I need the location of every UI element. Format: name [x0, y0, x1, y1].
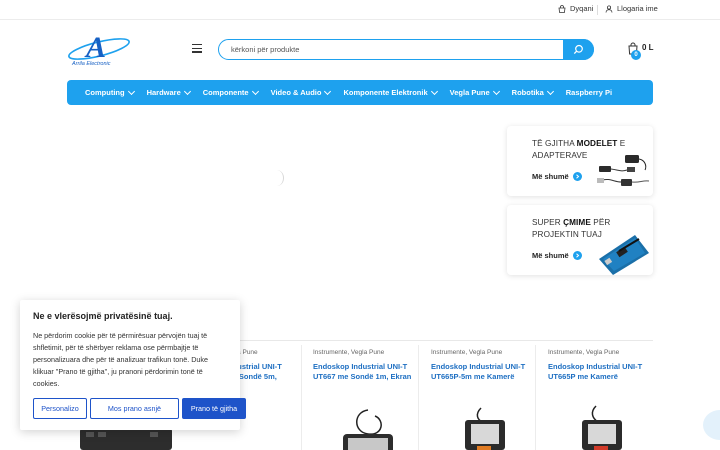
product-category: Instrumente, Vegla Pune — [431, 349, 503, 356]
nav-item-label: Computing — [85, 88, 125, 97]
chevron-down-icon — [127, 87, 135, 95]
nav-item-label: Raspberry Pi — [565, 88, 613, 97]
account-link-label: Llogaria ime — [617, 4, 658, 13]
cart-count-badge: 0 — [631, 50, 641, 60]
nav-item-componente[interactable]: Componente — [202, 87, 259, 97]
chevron-down-icon — [492, 87, 500, 95]
nav-item-label: Hardware — [146, 88, 181, 97]
arrow-right-icon — [572, 172, 582, 181]
chevron-down-icon — [251, 87, 259, 95]
product-card[interactable]: Instrumente, Vegla Pune Endoskop Industr… — [431, 345, 543, 450]
cookie-text: Ne përdorim cookie për të përmirësuar pë… — [33, 331, 209, 388]
product-image — [465, 407, 505, 450]
loading-spinner — [270, 170, 284, 186]
search-bar — [218, 38, 594, 60]
cookie-consent-banner: Ne e vlerësojmë privatësinë tuaj. Ne për… — [20, 300, 246, 430]
product-title[interactable]: Endoskop Industrial UNI-T UT665P-5m me Ka… — [431, 362, 543, 381]
nav-item-label: Video & Audio — [270, 88, 322, 97]
nav-item-video-audio[interactable]: Video & Audio — [270, 87, 332, 97]
nav-item-label: Komponente Elektronik — [343, 88, 428, 97]
site-logo[interactable]: A Arrila Electronic — [66, 31, 132, 68]
promo-card-adapters[interactable]: TË GJITHA MODELET E ADAPTERAVE Më shumë — [507, 126, 653, 196]
promo-more-link[interactable]: Më shumë — [532, 172, 582, 181]
svg-text:A: A — [84, 32, 106, 64]
top-bar: Dyqani Llogaria ime — [0, 0, 720, 20]
search-input[interactable] — [231, 43, 561, 56]
product-image — [582, 405, 622, 450]
nav-item-raspberry-pi[interactable]: Raspberry Pi — [566, 88, 612, 97]
customize-button[interactable]: Personalizo — [33, 398, 87, 419]
nav-item-robotika[interactable]: Robotika — [511, 87, 554, 97]
nav-item-komponente-elektronik[interactable]: Komponente Elektronik — [343, 87, 438, 97]
promo-more-link[interactable]: Më shumë — [532, 251, 582, 260]
product-category: Instrumente, Vegla Pune — [313, 349, 385, 356]
main-navigation: Computing Hardware Componente Video & Audio… — [67, 80, 653, 105]
product-category: Instrumente, Vegla Pune — [548, 349, 620, 356]
topbar-divider — [597, 5, 598, 15]
chevron-down-icon — [183, 87, 191, 95]
svg-text:Arrila Electronic: Arrila Electronic — [71, 61, 111, 67]
store-link[interactable]: Dyqani — [558, 4, 593, 13]
nav-item-label: Robotika — [511, 88, 544, 97]
chevron-down-icon — [430, 87, 438, 95]
search-icon — [573, 44, 583, 54]
user-icon — [605, 4, 613, 13]
store-icon — [558, 4, 566, 13]
product-title[interactable]: Endoskop Industrial UNI-T UT665P me Kamer… — [548, 362, 660, 381]
nav-item-label: Vegla Pune — [449, 88, 490, 97]
promo-card-prices[interactable]: SUPER ÇMIME PËR PROJEKTIN TUAJ Më shumë — [507, 205, 653, 275]
product-title[interactable]: Endoskop Industrial UNI-T UT667 me Sondë … — [313, 362, 425, 381]
arduino-board-image — [599, 235, 649, 275]
accept-all-button[interactable]: Prano të gjitha — [182, 398, 246, 419]
account-link[interactable]: Llogaria ime — [605, 4, 658, 13]
adapter-cables-image — [597, 155, 650, 186]
cart-total: 0 L — [642, 43, 654, 52]
product-card[interactable]: Instrumente, Vegla Pune Endoskop Industr… — [313, 345, 425, 450]
product-divider — [418, 345, 419, 450]
cookie-title: Ne e vlerësojmë privatësinë tuaj. — [33, 311, 173, 321]
product-divider — [535, 345, 536, 450]
store-link-label: Dyqani — [570, 4, 594, 13]
product-image — [343, 409, 393, 450]
search-button[interactable] — [563, 38, 594, 60]
nav-item-label: Componente — [202, 88, 249, 97]
product-card[interactable]: Instrumente, Vegla Pune Endoskop Industr… — [548, 345, 660, 450]
nav-item-vegla-pune[interactable]: Vegla Pune — [449, 87, 500, 97]
nav-item-computing[interactable]: Computing — [85, 87, 135, 97]
arrow-right-icon — [572, 251, 582, 260]
products-divider — [180, 340, 653, 341]
chevron-down-icon — [324, 87, 332, 95]
floating-chat-button[interactable] — [703, 410, 720, 440]
cart-button[interactable]: 0 0 L — [626, 42, 656, 62]
reject-all-button[interactable]: Mos prano asnjë — [90, 398, 179, 419]
chevron-down-icon — [546, 87, 554, 95]
menu-toggle-button[interactable] — [192, 44, 202, 54]
nav-item-hardware[interactable]: Hardware — [146, 87, 191, 97]
product-divider — [301, 345, 302, 450]
